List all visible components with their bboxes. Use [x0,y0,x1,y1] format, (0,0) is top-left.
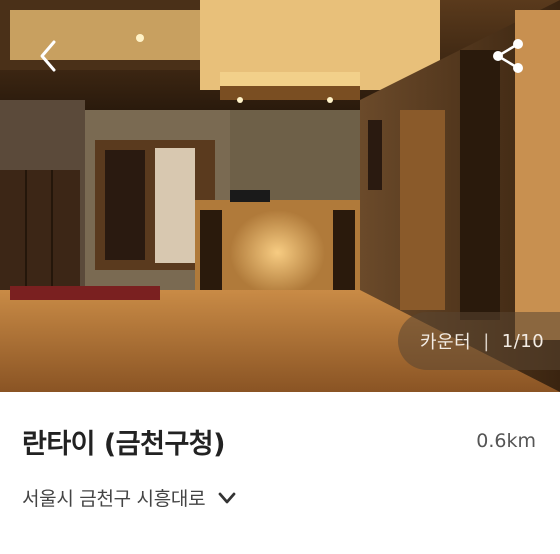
chevron-left-icon [40,40,56,72]
share-button[interactable] [484,32,532,80]
photo-index: 1/10 [501,330,545,352]
listing-title: 란타이 (금천구청) [22,429,225,460]
listing-address: 서울시 금천구 시흥대로 [22,488,206,510]
back-button[interactable] [30,36,70,76]
chevron-down-icon [218,492,236,503]
photo-counter: 카운터 | 1/10 [398,312,560,370]
photo-counter-separator: | [483,330,490,352]
listing-distance: 0.6km [476,430,536,452]
address-toggle[interactable]: 서울시 금천구 시흥대로 [22,484,237,511]
photo-category-label: 카운터 [420,332,472,353]
hotel-photo[interactable]: 카운터 | 1/10 [0,0,560,392]
share-icon [493,39,523,73]
listing-info: 란타이 (금천구청) 0.6km 서울시 금천구 시흥대로 [0,392,560,554]
